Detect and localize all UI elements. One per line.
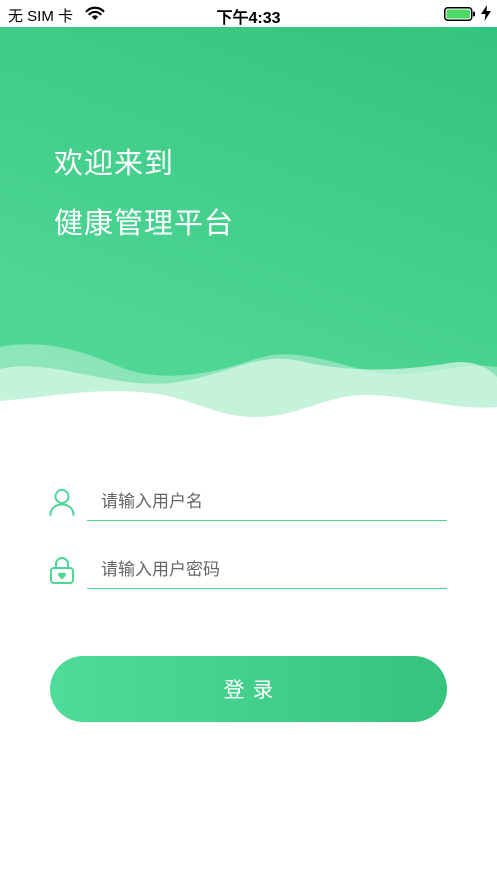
- battery-icon: [444, 7, 475, 21]
- hero-banner: 欢迎来到 健康管理平台: [0, 27, 497, 432]
- status-bar: 无 SIM 卡 下午4:33: [0, 0, 497, 27]
- charging-bolt-icon: [481, 5, 491, 21]
- status-time: 下午4:33: [216, 10, 281, 27]
- login-button[interactable]: 登录: [50, 656, 447, 722]
- username-row: [48, 483, 448, 523]
- lock-icon: [50, 557, 74, 584]
- hero-wave-decoration: [0, 344, 497, 432]
- user-icon: [49, 489, 75, 516]
- password-row: [48, 551, 448, 591]
- password-input[interactable]: [87, 551, 447, 589]
- welcome-line-2: 健康管理平台: [54, 206, 235, 240]
- welcome-line-1: 欢迎来到: [54, 146, 175, 180]
- username-input[interactable]: [87, 483, 447, 521]
